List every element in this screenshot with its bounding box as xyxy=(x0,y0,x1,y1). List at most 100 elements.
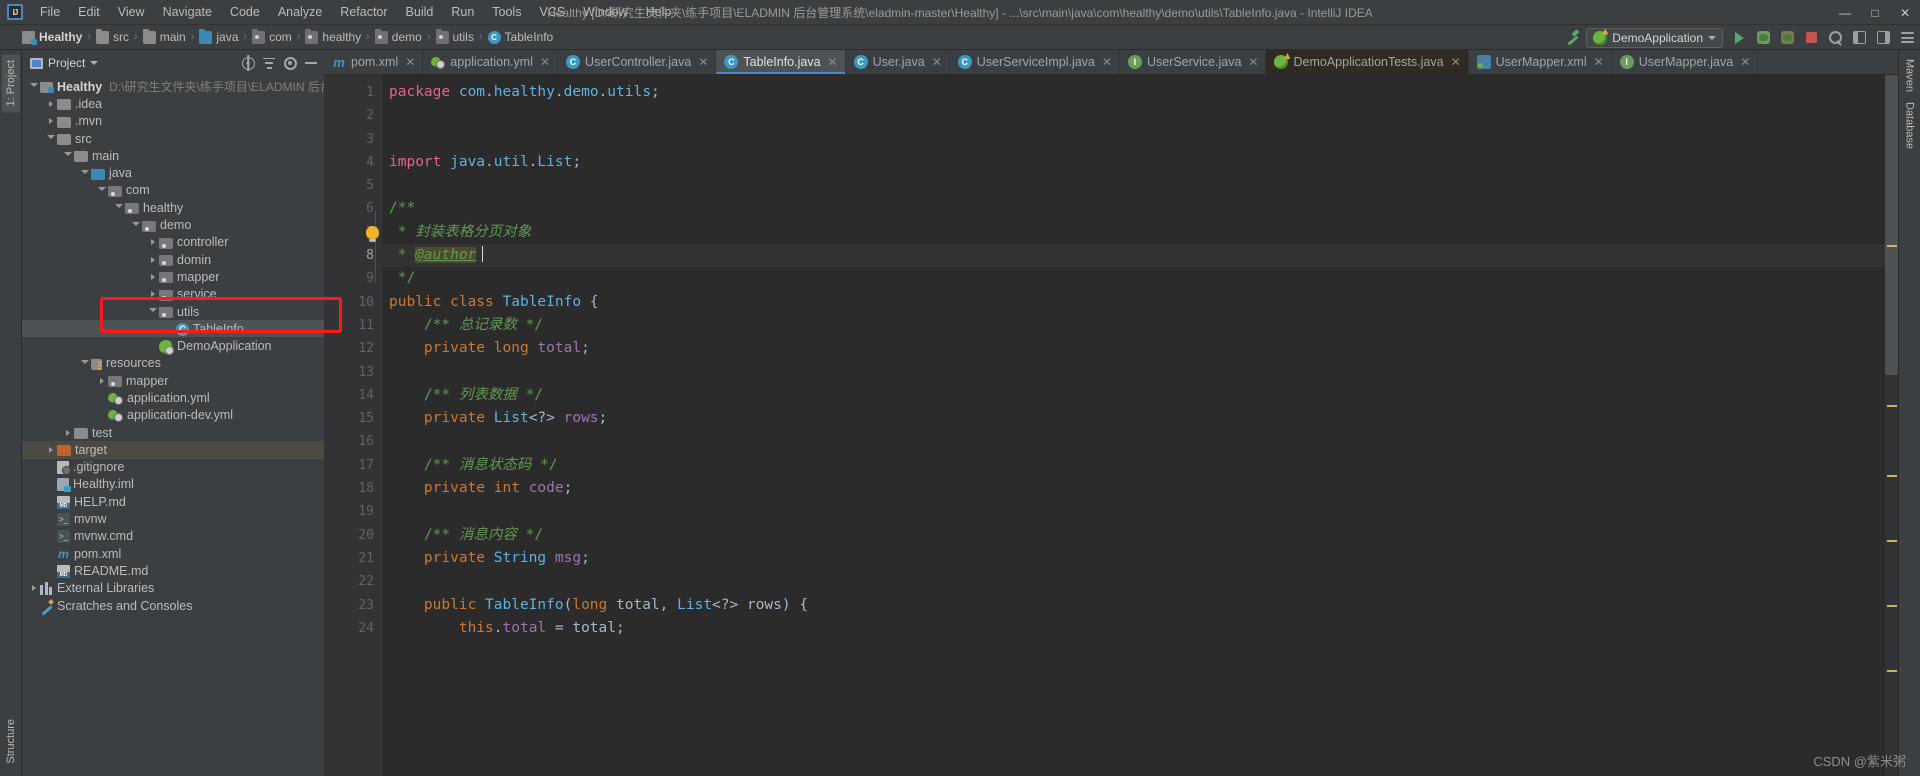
gutter-line-number[interactable]: 15 xyxy=(324,407,382,430)
tree-item-application-dev.yml[interactable]: application-dev.yml xyxy=(22,407,324,424)
chevron-down-icon[interactable] xyxy=(147,308,159,315)
tree-item-test[interactable]: test xyxy=(22,424,324,441)
tree-item-src[interactable]: src xyxy=(22,130,324,147)
gutter-line-number[interactable]: 14 xyxy=(324,384,382,407)
code-line[interactable]: private String msg; xyxy=(382,547,1885,570)
editor-scrollbar-thumb[interactable] xyxy=(1885,75,1898,375)
gutter-line-number[interactable]: 23 xyxy=(324,594,382,617)
gutter-line-number[interactable]: 4 xyxy=(324,151,382,174)
close-icon[interactable]: ✕ xyxy=(1594,56,1604,68)
chevron-right-icon[interactable] xyxy=(45,446,57,453)
gutter-line-number[interactable]: 17 xyxy=(324,454,382,477)
chevron-down-icon[interactable] xyxy=(90,61,99,65)
code-line[interactable]: * 封装表格分页对象 xyxy=(382,221,1885,244)
tree-item-mvnw.cmd[interactable]: >_ mvnw.cmd xyxy=(22,528,324,545)
gear-icon[interactable] xyxy=(281,54,299,72)
tree-item-mapper[interactable]: mapper xyxy=(22,268,324,285)
tree-item-demo[interactable]: demo xyxy=(22,216,324,233)
debug-button[interactable] xyxy=(1752,27,1774,49)
breadcrumb-item-com[interactable]: com xyxy=(252,28,292,44)
gutter-line-number[interactable]: 2 xyxy=(324,104,382,127)
project-panel-title-group[interactable]: Project xyxy=(30,56,99,70)
menu-item-run[interactable]: Run xyxy=(442,2,483,22)
tool-window-tab-database[interactable]: Database xyxy=(1901,97,1919,154)
gutter-line-number[interactable]: 20 xyxy=(324,524,382,547)
tool-window-tab-structure[interactable]: Structure xyxy=(2,713,20,770)
breadcrumb-item-utils[interactable]: utils xyxy=(435,28,474,44)
chevron-down-icon[interactable] xyxy=(28,83,40,90)
close-icon[interactable]: ✕ xyxy=(932,56,942,68)
gutter-line-number[interactable]: 12 xyxy=(324,337,382,360)
editor-marker-bar[interactable] xyxy=(1885,75,1898,776)
close-icon[interactable]: ✕ xyxy=(828,56,838,68)
tree-item-utils[interactable]: utils xyxy=(22,303,324,320)
chevron-down-icon[interactable] xyxy=(62,152,74,159)
tree-item-target[interactable]: target xyxy=(22,441,324,459)
hide-panel-button[interactable] xyxy=(302,54,320,72)
chevron-down-icon[interactable] xyxy=(45,135,57,142)
gutter-line-number[interactable]: 9 xyxy=(324,267,382,290)
breadcrumb-item-tableinfo[interactable]: C TableInfo xyxy=(487,30,553,44)
gutter-line-number[interactable]: 1 xyxy=(324,81,382,104)
menu-item-vcs[interactable]: VCS xyxy=(530,2,574,22)
hide-right-panel-button[interactable] xyxy=(1872,27,1894,49)
collapse-all-button[interactable] xyxy=(260,54,278,72)
code-line[interactable]: package com.healthy.demo.utils; xyxy=(382,81,1885,104)
gutter-line-number[interactable]: 5 xyxy=(324,174,382,197)
code-line[interactable]: /** xyxy=(382,197,1885,220)
tree-item-controller[interactable]: controller xyxy=(22,234,324,251)
breadcrumb-item-main[interactable]: main xyxy=(142,28,186,44)
menu-item-help[interactable]: Help xyxy=(637,2,681,22)
breadcrumb-item-java[interactable]: java xyxy=(199,28,238,44)
code-line[interactable]: this.total = total; xyxy=(382,617,1885,640)
gutter-line-number[interactable]: 24 xyxy=(324,617,382,640)
breadcrumb-item-healthy[interactable]: Healthy xyxy=(22,30,82,45)
gutter-line-number[interactable]: 3 xyxy=(324,128,382,151)
menu-item-file[interactable]: File xyxy=(31,2,69,22)
run-configuration-selector[interactable]: DemoApplication xyxy=(1586,27,1723,48)
tree-item-service[interactable]: service xyxy=(22,286,324,303)
chevron-down-icon[interactable] xyxy=(96,186,108,194)
code-line[interactable] xyxy=(382,104,1885,127)
tree-item-.idea[interactable]: .idea xyxy=(22,95,324,112)
chevron-right-icon[interactable] xyxy=(28,585,40,592)
menu-item-view[interactable]: View xyxy=(109,2,154,22)
gutter-line-number[interactable]: 6 xyxy=(324,197,382,220)
chevron-down-icon[interactable] xyxy=(113,204,125,211)
close-icon[interactable]: ✕ xyxy=(698,56,708,68)
code-line[interactable] xyxy=(382,570,1885,593)
close-button[interactable]: ✕ xyxy=(1890,0,1920,25)
gutter-line-number[interactable]: 11 xyxy=(324,314,382,337)
tree-item-mapper[interactable]: mapper xyxy=(22,372,324,389)
tree-item-application.yml[interactable]: application.yml xyxy=(22,389,324,406)
code-line[interactable] xyxy=(382,128,1885,151)
breadcrumb-item-demo[interactable]: demo xyxy=(374,28,422,44)
tree-item-scratchesandconsoles[interactable]: Scratches and Consoles xyxy=(22,597,324,614)
tree-item-java[interactable]: java xyxy=(22,164,324,181)
code-line[interactable]: * @author xyxy=(382,244,1885,268)
editor-tab-usermapper-xml[interactable]: UserMapper.xml ✕ xyxy=(1469,50,1612,74)
tree-item-resources[interactable]: resources xyxy=(22,355,324,372)
editor-tab-userserviceimpl-java[interactable]: C UserServiceImpl.java ✕ xyxy=(950,50,1120,74)
tree-item-pom.xml[interactable]: m pom.xml xyxy=(22,545,324,562)
editor-tab-userservice-java[interactable]: I UserService.java ✕ xyxy=(1120,50,1267,74)
chevron-right-icon[interactable] xyxy=(45,100,57,107)
code-line[interactable]: */ xyxy=(382,267,1885,290)
chevron-right-icon[interactable] xyxy=(147,239,159,246)
maximize-button[interactable]: □ xyxy=(1860,0,1890,25)
tree-item-com[interactable]: com xyxy=(22,182,324,199)
project-tree[interactable]: Healthy D:\研究生文件夹\练手项目\ELADMIN 后台管理系统 .ide… xyxy=(22,76,324,776)
code-line[interactable]: private int code; xyxy=(382,477,1885,500)
tree-item-main[interactable]: main xyxy=(22,147,324,164)
gutter-line-number[interactable]: 21 xyxy=(324,547,382,570)
close-icon[interactable]: ✕ xyxy=(1248,56,1258,68)
gutter-line-number[interactable]: 19 xyxy=(324,500,382,523)
hide-left-panel-button[interactable] xyxy=(1848,27,1870,49)
code-line[interactable] xyxy=(382,500,1885,523)
editor-tab-demoapplicationtests-java[interactable]: DemoApplicationTests.java ✕ xyxy=(1266,50,1469,74)
tree-item-.gitignore[interactable]: .gitignore xyxy=(22,459,324,476)
menu-item-build[interactable]: Build xyxy=(397,2,443,22)
close-icon[interactable]: ✕ xyxy=(540,56,550,68)
gutter-line-number[interactable]: 16 xyxy=(324,430,382,453)
code-line[interactable]: private List<?> rows; xyxy=(382,407,1885,430)
